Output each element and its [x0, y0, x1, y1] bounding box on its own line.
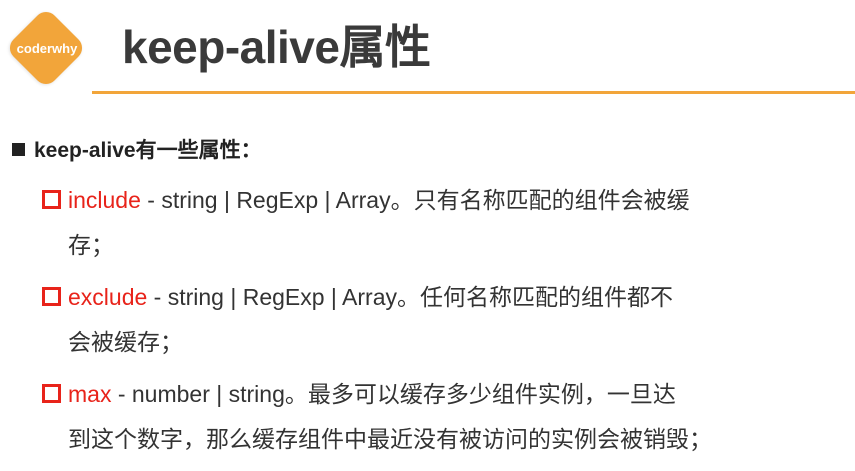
option-continuation-include: 存；: [68, 232, 114, 258]
option-continuation-max: 到这个数字，那么缓存组件中最近没有被访问的实例会被销毁；: [68, 426, 712, 452]
logo-text: coderwhy: [16, 41, 78, 56]
option-name-max: max: [68, 381, 112, 407]
title-underline: [92, 91, 855, 94]
option-name-include: include: [68, 187, 141, 213]
option-name-exclude: exclude: [68, 284, 148, 310]
option-continuation-exclude: 会被缓存；: [68, 329, 183, 355]
checkbox-bullet-icon: [42, 287, 61, 306]
list-item-include: include - string | RegExp | Array。只有名称匹配…: [42, 178, 822, 268]
checkbox-bullet-icon: [42, 190, 61, 209]
list-item-exclude: exclude - string | RegExp | Array。任何名称匹配…: [42, 275, 822, 365]
list-item-line: max - number | string。最多可以缓存多少组件实例，一旦达: [42, 372, 822, 417]
section-heading: keep-alive有一些属性：: [12, 136, 262, 166]
list-item-line: exclude - string | RegExp | Array。任何名称匹配…: [42, 275, 822, 320]
option-desc-exclude: - string | RegExp | Array。任何名称匹配的组件都不: [147, 284, 673, 310]
checkbox-bullet-icon: [42, 384, 61, 403]
option-desc-include: - string | RegExp | Array。只有名称匹配的组件会被缓: [140, 187, 690, 213]
slide-title: keep-alive属性: [122, 21, 431, 73]
coderwhy-logo: coderwhy: [4, 6, 88, 90]
option-desc-max: - number | string。最多可以缓存多少组件实例，一旦达: [111, 381, 676, 407]
list-item-max: max - number | string。最多可以缓存多少组件实例，一旦达 到…: [42, 372, 822, 462]
square-bullet-icon: [12, 143, 25, 156]
section-heading-text: keep-alive有一些属性：: [34, 139, 262, 162]
list-item-line: include - string | RegExp | Array。只有名称匹配…: [42, 178, 822, 223]
